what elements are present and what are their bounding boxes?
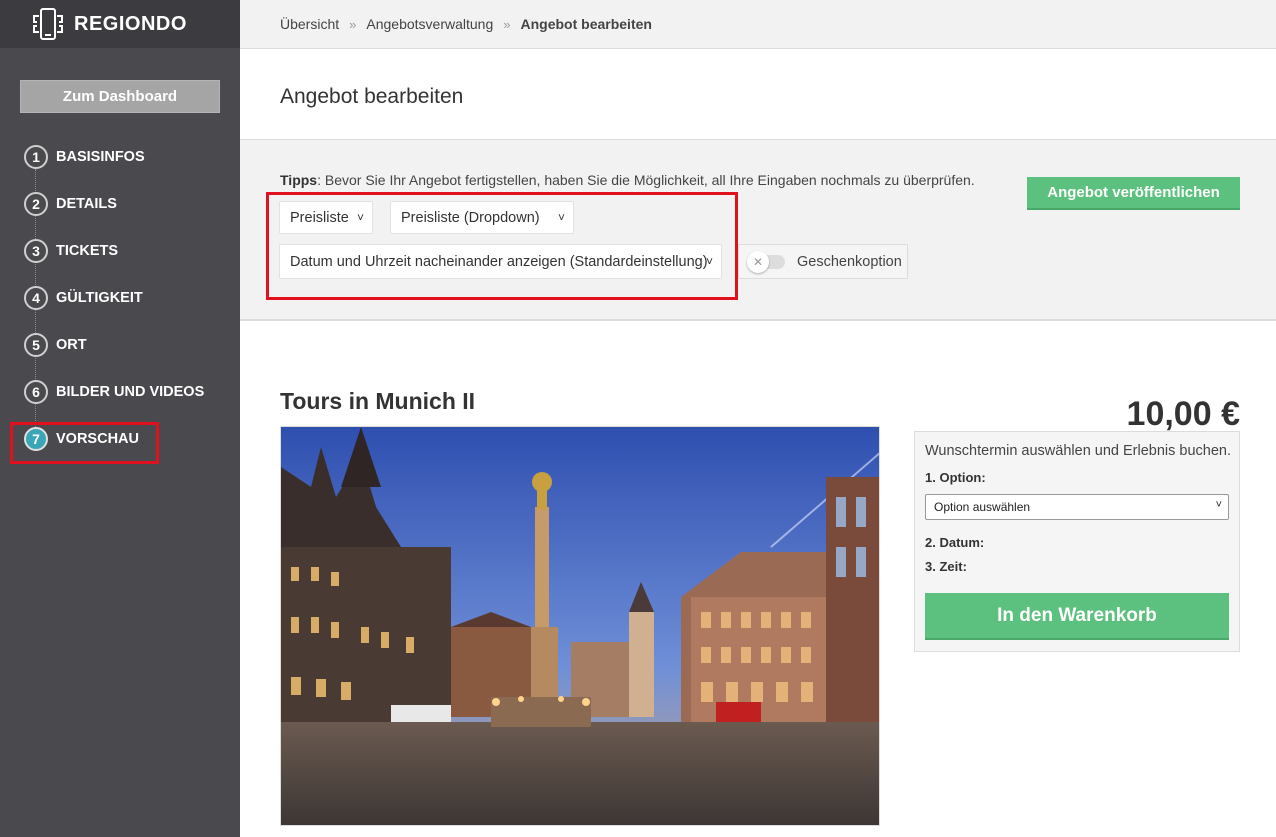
tips-text: Tipps: Bevor Sie Ihr Angebot fertigstell… xyxy=(280,172,975,188)
dashboard-button[interactable]: Zum Dashboard xyxy=(20,80,220,113)
breadcrumb-current: Angebot bearbeiten xyxy=(520,16,652,32)
step-label: BILDER UND VIDEOS xyxy=(56,384,205,400)
step-bilder-videos[interactable]: 6 BILDER UND VIDEOS xyxy=(24,380,204,404)
page-title: Angebot bearbeiten xyxy=(280,85,464,108)
highlight-box-selects xyxy=(266,192,738,300)
breadcrumb-separator: » xyxy=(349,16,357,32)
logo-bar: REGIONDO xyxy=(0,0,240,48)
step-number: 2 xyxy=(24,192,48,216)
tips-body: : Bevor Sie Ihr Angebot fertigstellen, h… xyxy=(317,172,975,188)
option-select-value: Option auswählen xyxy=(934,500,1031,514)
publish-button[interactable]: Angebot veröffentlichen xyxy=(1027,177,1240,210)
product-image xyxy=(280,426,880,826)
step-gueltigkeit[interactable]: 4 GÜLTIGKEIT xyxy=(24,286,143,310)
step-label: TICKETS xyxy=(56,243,119,259)
tips-label: Tipps xyxy=(280,172,318,188)
product-title: Tours in Munich II xyxy=(280,388,476,414)
option-label: 1. Option: xyxy=(925,470,986,485)
step-number: 5 xyxy=(24,333,48,357)
sidebar: REGIONDO Zum Dashboard 1 BASISINFOS 2 DE… xyxy=(0,0,240,837)
chevron-down-icon: ˅ xyxy=(1215,499,1222,511)
toggle-switch[interactable]: ✕ xyxy=(747,250,785,273)
gift-option-label: Geschenkoption xyxy=(797,253,902,270)
gift-option-toggle[interactable]: ✕ Geschenkoption xyxy=(738,244,908,279)
munich-square-illustration xyxy=(281,427,879,825)
step-label: GÜLTIGKEIT xyxy=(56,290,143,306)
highlight-box-vorschau xyxy=(10,422,159,464)
title-bar: Angebot bearbeiten xyxy=(240,49,1276,140)
step-ort[interactable]: 5 ORT xyxy=(24,333,87,357)
date-label: 2. Datum: xyxy=(925,535,985,550)
option-select[interactable]: Option auswählen ˅ xyxy=(925,494,1229,520)
breadcrumb: Übersicht » Angebotsverwaltung » Angebot… xyxy=(240,0,1276,49)
product-price: 10,00 € xyxy=(1126,395,1240,433)
breadcrumb-overview[interactable]: Übersicht xyxy=(280,16,339,32)
step-label: ORT xyxy=(56,337,87,353)
add-to-cart-button[interactable]: In den Warenkorb xyxy=(925,593,1229,640)
step-number: 4 xyxy=(24,286,48,310)
step-label: BASISINFOS xyxy=(56,149,145,165)
booking-widget: Wunschtermin auswählen und Erlebnis buch… xyxy=(914,431,1240,652)
breadcrumb-separator: » xyxy=(503,16,511,32)
brand-name: REGIONDO xyxy=(74,12,187,35)
close-icon: ✕ xyxy=(747,250,769,273)
step-tickets[interactable]: 3 TICKETS xyxy=(24,239,118,263)
regiondo-logo-icon xyxy=(33,8,63,40)
step-label: DETAILS xyxy=(56,196,117,212)
step-number: 6 xyxy=(24,380,48,404)
step-details[interactable]: 2 DETAILS xyxy=(24,192,117,216)
step-number: 3 xyxy=(24,239,48,263)
time-label: 3. Zeit: xyxy=(925,559,967,574)
step-number: 1 xyxy=(24,145,48,169)
breadcrumb-offer-management[interactable]: Angebotsverwaltung xyxy=(366,16,493,32)
step-basisinfos[interactable]: 1 BASISINFOS xyxy=(24,145,145,169)
booking-intro: Wunschtermin auswählen und Erlebnis buch… xyxy=(925,443,1232,459)
preview-settings-panel: Tipps: Bevor Sie Ihr Angebot fertigstell… xyxy=(240,140,1276,321)
